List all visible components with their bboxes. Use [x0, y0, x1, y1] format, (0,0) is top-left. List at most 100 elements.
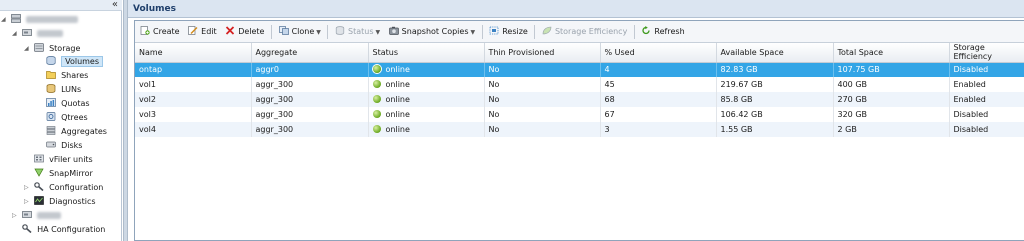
tree-label-aggregates: Aggregates	[61, 127, 107, 136]
toolbar-separator	[534, 24, 536, 39]
column-header-percent-used[interactable]: % Used	[600, 43, 717, 63]
clone-label: Clone	[291, 27, 315, 36]
tree-label-storage: Storage	[49, 44, 81, 53]
tree-node-diagnostics[interactable]: ▷ Diagnostics	[24, 195, 96, 208]
tree-node-volumes[interactable]: Volumes	[36, 55, 104, 68]
delete-button[interactable]: Delete	[222, 21, 267, 43]
table-header-row: Name Aggregate Status Thin Provisioned %…	[135, 43, 1024, 63]
table-row[interactable]: vol1 aggr_300 online No 45 219.67 GB 400…	[135, 77, 1024, 92]
cell-storage-efficiency: Disabled	[949, 107, 1024, 122]
edit-icon	[188, 26, 198, 35]
controller-icon	[21, 211, 32, 218]
tree-label-volumes: Volumes	[61, 56, 104, 67]
delete-label: Delete	[238, 27, 265, 36]
edit-button[interactable]: Edit	[185, 21, 220, 43]
column-header-storage-efficiency[interactable]: Storage Efficiency	[949, 43, 1024, 63]
cell-percent-used: 45	[600, 77, 717, 92]
collapsed-arrow-icon[interactable]: ▷	[12, 209, 19, 222]
expanded-arrow-icon[interactable]: ◢	[1, 13, 8, 26]
table-row[interactable]: ontap aggr0 online No 4 82.83 GB 107.75 …	[135, 62, 1024, 77]
cell-aggregate: aggr_300	[251, 122, 369, 137]
tree-label-qtrees: Qtrees	[61, 113, 88, 122]
table-row[interactable]: vol2 aggr_300 online No 68 85.8 GB 270 G…	[135, 92, 1024, 107]
cell-aggregate: aggr0	[251, 62, 369, 77]
column-header-available-space[interactable]: Available Space	[716, 43, 834, 63]
tree-node-disks[interactable]: Disks	[36, 139, 82, 152]
cell-available-space: 82.83 GB	[716, 62, 834, 77]
table-row[interactable]: vol3 aggr_300 online No 67 106.42 GB 320…	[135, 107, 1024, 122]
diagnostics-icon	[33, 196, 44, 205]
folder-icon	[45, 71, 56, 79]
tree-node-quotas[interactable]: Quotas	[36, 97, 90, 110]
tree-node-shares[interactable]: Shares	[36, 69, 88, 82]
tree-node-ha-configuration[interactable]: HA Configuration	[12, 223, 105, 236]
tree-node-host[interactable]: ◢	[1, 13, 79, 26]
cell-available-space: 106.42 GB	[716, 107, 834, 122]
cell-name: vol2	[135, 92, 252, 107]
tree-label-luns: LUNs	[61, 85, 82, 94]
snapshot-icon	[388, 26, 399, 35]
cell-thin-provisioned: No	[484, 77, 601, 92]
cell-percent-used: 68	[600, 92, 717, 107]
toolbar-separator	[271, 24, 273, 39]
online-status-icon	[372, 124, 381, 133]
aggregate-icon	[46, 126, 55, 135]
status-text: online	[385, 65, 410, 75]
tree-node-configuration[interactable]: ▷ Configuration	[24, 181, 103, 194]
status-label: Status	[348, 27, 374, 36]
column-header-aggregate[interactable]: Aggregate	[251, 43, 369, 63]
controller-icon	[21, 29, 32, 36]
cell-percent-used: 4	[600, 62, 717, 77]
cell-aggregate: aggr_300	[251, 77, 369, 92]
status-text: online	[385, 80, 410, 89]
collapse-panel-icon[interactable]: «	[112, 0, 118, 10]
volume-icon	[45, 56, 56, 65]
tree-node-snapmirror[interactable]: SnapMirror	[24, 167, 93, 180]
tree-node-aggregates[interactable]: Aggregates	[36, 125, 107, 138]
quota-icon	[45, 98, 56, 107]
tree-node-storage[interactable]: ◢ Storage	[24, 42, 80, 55]
cell-storage-efficiency: Enabled	[949, 77, 1024, 92]
tree-label-disks: Disks	[61, 141, 83, 150]
collapsed-arrow-icon[interactable]: ▷	[24, 195, 31, 208]
tree-node-controller-2[interactable]: ▷	[12, 209, 62, 222]
expanded-arrow-icon[interactable]: ◢	[24, 42, 31, 55]
column-header-total-space[interactable]: Total Space	[833, 43, 950, 63]
cell-available-space: 1.55 GB	[716, 122, 834, 137]
tree-node-vfiler-units[interactable]: vFiler units	[24, 153, 93, 166]
resize-button[interactable]: Resize	[486, 21, 531, 43]
status-button[interactable]: Status ▼	[332, 21, 383, 43]
create-button[interactable]: Create	[137, 21, 183, 43]
snapmirror-icon	[33, 168, 44, 177]
collapsed-arrow-icon[interactable]: ▷	[24, 181, 31, 194]
cell-storage-efficiency: Enabled	[949, 92, 1024, 107]
column-header-status[interactable]: Status	[368, 43, 485, 63]
redacted-controller-name	[37, 212, 62, 219]
tree-node-luns[interactable]: LUNs	[36, 83, 81, 96]
page-title: Volumes	[133, 4, 176, 14]
tree-node-qtrees[interactable]: Qtrees	[36, 111, 88, 124]
tree-label-diagnostics: Diagnostics	[49, 197, 96, 206]
delete-icon	[226, 26, 235, 35]
clone-button[interactable]: Clone ▼	[276, 21, 324, 43]
storage-efficiency-button[interactable]: Storage Efficiency	[539, 21, 630, 43]
expanded-arrow-icon[interactable]: ◢	[12, 27, 19, 40]
online-status-icon	[372, 64, 381, 73]
column-header-name[interactable]: Name	[135, 43, 252, 63]
tree-label-quotas: Quotas	[61, 99, 90, 108]
cell-status: online	[368, 62, 485, 77]
status-text: online	[385, 95, 410, 104]
toolbar-separator	[481, 24, 483, 39]
snapshot-copies-button[interactable]: Snapshot Copies ▼	[386, 21, 478, 43]
tree-node-controller[interactable]: ◢	[12, 27, 64, 40]
column-header-thin-provisioned[interactable]: Thin Provisioned	[484, 43, 601, 63]
lun-icon	[46, 84, 55, 93]
cell-percent-used: 3	[600, 122, 717, 137]
cell-status: online	[368, 77, 485, 92]
cell-thin-provisioned: No	[484, 122, 601, 137]
refresh-button[interactable]: Refresh	[638, 21, 687, 43]
storage-icon	[33, 43, 44, 52]
status-text: online	[385, 110, 410, 119]
storage-efficiency-label: Storage Efficiency	[554, 27, 628, 36]
table-row[interactable]: vol4 aggr_300 online No 3 1.55 GB 2 GB D…	[135, 122, 1024, 137]
